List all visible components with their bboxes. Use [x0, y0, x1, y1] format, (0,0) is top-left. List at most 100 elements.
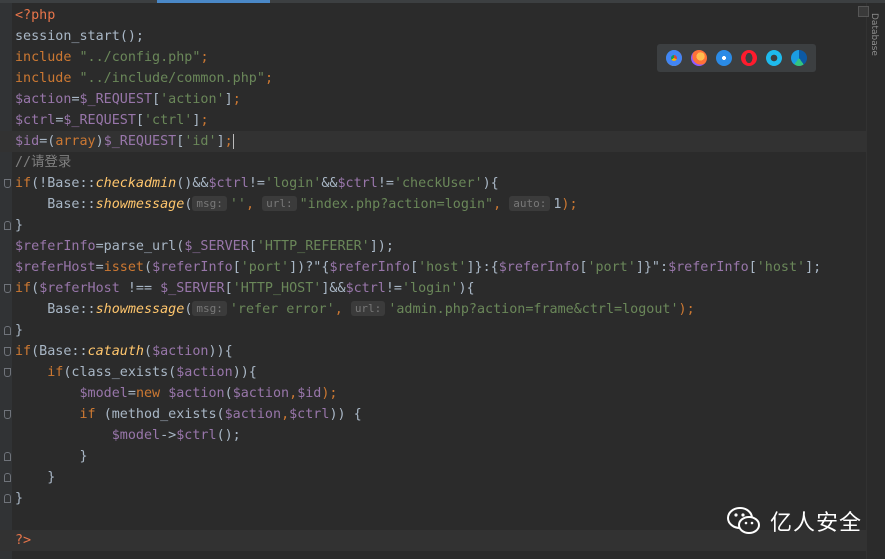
edge-icon[interactable]: [790, 50, 807, 66]
code-editor[interactable]: <?php session_start(); include "../config.…: [0, 5, 866, 551]
code-token: ;: [200, 50, 209, 65]
code-token: $referInfo: [15, 239, 96, 254]
fold-marker-icon[interactable]: [4, 284, 11, 293]
code-token: ,: [289, 386, 298, 401]
safari-icon[interactable]: [716, 50, 733, 66]
code-token: $referInfo: [668, 260, 749, 275]
code-line[interactable]: }: [0, 320, 866, 341]
code-line[interactable]: }: [0, 467, 866, 488]
code-token: '': [229, 197, 246, 212]
code-token: if: [79, 407, 104, 422]
code-line[interactable]: $id=(array)$_REQUEST['id'];: [0, 131, 866, 152]
code-line[interactable]: $referInfo=parse_url($_SERVER['HTTP_REFE…: [0, 236, 866, 257]
code-token: ){: [458, 281, 475, 296]
code-token: $ctrl: [345, 281, 386, 296]
code-token: if: [15, 281, 32, 296]
fold-marker-icon[interactable]: [4, 410, 11, 419]
code-token: [: [152, 92, 161, 107]
code-token: &&: [321, 176, 338, 191]
code-token: );: [561, 197, 578, 212]
code-token: )) {: [329, 407, 362, 422]
code-token: $action: [232, 386, 290, 401]
parameter-hint: url:: [262, 196, 297, 211]
ie-icon[interactable]: [765, 50, 782, 66]
code-token: !==: [119, 281, 161, 296]
vertical-scrollbar[interactable]: Database: [866, 3, 885, 559]
code-token: );: [678, 302, 695, 317]
watermark-text: 亿人安全: [770, 511, 863, 536]
code-token: 'login': [402, 281, 459, 296]
code-token: $referInfo: [329, 260, 411, 275]
fold-marker-icon[interactable]: [4, 221, 11, 230]
chrome-icon[interactable]: [666, 50, 683, 66]
fold-marker-icon[interactable]: [4, 347, 11, 356]
code-token: 'HTTP_REFERER': [256, 239, 370, 254]
code-token: ()&&: [176, 176, 209, 191]
code-token: !=: [377, 176, 394, 191]
code-token: 'host': [756, 260, 806, 275]
code-line[interactable]: if(class_exists($action)){: [0, 362, 866, 383]
code-token: [: [410, 260, 419, 275]
parameter-hint: auto:: [509, 196, 551, 211]
code-token: =parse_url(: [95, 239, 185, 254]
firefox-icon[interactable]: [691, 50, 708, 66]
code-token: showmessage: [95, 302, 185, 317]
code-token: ;: [200, 113, 209, 128]
code-line[interactable]: $ctrl=$_REQUEST['ctrl'];: [0, 110, 866, 131]
code-token: 'host': [418, 260, 467, 275]
code-token: ]);: [369, 239, 394, 254]
code-token: [: [248, 239, 257, 254]
code-token: 'refer error': [229, 302, 335, 317]
code-token: Base::: [15, 302, 96, 317]
code-token: ();: [119, 29, 144, 44]
inspection-status-icon[interactable]: [858, 6, 869, 17]
database-panel-label[interactable]: Database: [869, 13, 879, 56]
opera-icon[interactable]: [740, 50, 757, 66]
code-line[interactable]: $referHost=isset($referInfo['port'])?"{$…: [0, 257, 866, 278]
fold-marker-icon[interactable]: [4, 368, 11, 377]
code-token: (: [224, 386, 233, 401]
code-token: (: [184, 302, 193, 317]
fold-marker-icon[interactable]: [4, 326, 11, 335]
code-line[interactable]: Base::showmessage(msg: '', url: "index.php…: [0, 194, 866, 215]
code-token: [: [232, 260, 241, 275]
code-token: $referInfo: [498, 260, 580, 275]
code-token: }: [15, 470, 56, 485]
code-token: $action: [224, 407, 282, 422]
code-token: 'admin.php?action=frame&ctrl=logout': [388, 302, 679, 317]
code-token: //请登录: [15, 155, 72, 170]
code-line[interactable]: }: [0, 446, 866, 467]
code-token: if: [15, 344, 32, 359]
code-line[interactable]: if($referHost !== $_SERVER['HTTP_HOST']&…: [0, 278, 866, 299]
code-line[interactable]: $model=new $action($action,$id);: [0, 383, 866, 404]
code-line[interactable]: if(Base::catauth($action)){: [0, 341, 866, 362]
watermark: 亿人安全: [726, 503, 862, 539]
code-token: ->: [160, 428, 177, 443]
code-token: ];: [805, 260, 822, 275]
fold-marker-icon[interactable]: [4, 452, 11, 461]
code-line[interactable]: <?php: [0, 5, 866, 26]
code-token: (: [184, 197, 193, 212]
code-token: <?php: [15, 8, 56, 23]
code-token: [: [224, 281, 233, 296]
code-token: $ctrl: [176, 428, 217, 443]
code-token: (: [31, 281, 40, 296]
code-token: if: [15, 176, 32, 191]
code-line[interactable]: Base::showmessage(msg:'refer error', url…: [0, 299, 866, 320]
code-token: ]}":: [635, 260, 669, 275]
fold-marker-icon[interactable]: [4, 179, 11, 188]
code-line[interactable]: if(!Base::checkadmin()&&$ctrl!='login'&&…: [0, 173, 866, 194]
code-line[interactable]: }: [0, 215, 866, 236]
code-line[interactable]: //请登录: [0, 152, 866, 173]
code-token: }: [15, 491, 24, 506]
code-token: );: [321, 386, 338, 401]
active-tab-indicator[interactable]: [157, 0, 270, 3]
code-line[interactable]: $model->$ctrl();: [0, 425, 866, 446]
code-line[interactable]: $action=$_REQUEST['action'];: [0, 89, 866, 110]
fold-marker-icon[interactable]: [4, 494, 11, 503]
code-line[interactable]: if (method_exists($action,$ctrl)) {: [0, 404, 866, 425]
code-token: showmessage: [95, 197, 185, 212]
fold-marker-icon[interactable]: [4, 473, 11, 482]
